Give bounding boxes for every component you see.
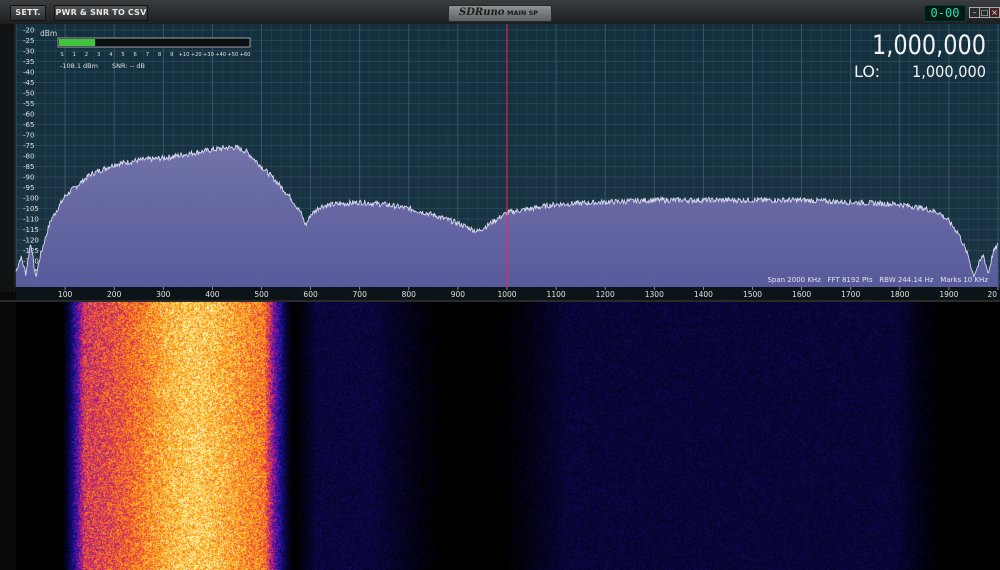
clock-display: 0-00 <box>924 5 966 22</box>
meter-scale-label: 3 <box>97 52 100 58</box>
close-icon[interactable]: × <box>989 7 1000 18</box>
lo-label: LO: <box>854 62 880 81</box>
x-tick-label: 1700 <box>841 290 860 299</box>
settings-button[interactable]: SETT. <box>10 5 46 21</box>
meter-scale-label: S <box>60 52 63 58</box>
meter-scale-label: +10 <box>179 52 190 58</box>
x-tick-label: 800 <box>402 290 417 299</box>
meter-scale-label: +50 <box>227 52 238 58</box>
x-tick-label: 1600 <box>792 290 811 299</box>
y-tick-label: -35 <box>23 58 34 66</box>
waterfall-display[interactable] <box>16 302 1000 570</box>
x-tick-label: 1300 <box>645 290 664 299</box>
x-tick-label: 300 <box>156 290 171 299</box>
spectrum-info-bar: Span 2000 KHz FFT 8192 Pts RBW 244.14 Hz… <box>767 276 988 284</box>
meter-level-bar <box>59 39 96 46</box>
lo-frequency[interactable]: 1,000,000 <box>912 62 986 81</box>
x-tick-label: 1100 <box>547 290 566 299</box>
meter-scale-label: 5 <box>121 52 124 58</box>
main-frequency[interactable]: 1,000,000 <box>872 30 986 61</box>
meter-scale-label: 6 <box>134 52 137 58</box>
y-tick-label: -110 <box>23 216 39 224</box>
y-tick-label: -115 <box>23 226 39 234</box>
x-tick-label: 500 <box>254 290 269 299</box>
x-tick-label: 20 <box>987 290 997 299</box>
x-tick-label: 1800 <box>890 290 909 299</box>
x-tick-label: 1200 <box>596 290 615 299</box>
y-tick-label: -80 <box>23 153 34 161</box>
x-tick-label: 400 <box>205 290 220 299</box>
x-tick-label: 1000 <box>497 290 516 299</box>
export-csv-button[interactable]: PWR & SNR TO CSV <box>54 5 148 21</box>
y-tick-label: -105 <box>23 205 39 213</box>
meter-scale-label: +40 <box>215 52 226 58</box>
spectrum-display[interactable]: -20 -25 -30 -35 -40 -45 -50 -55 -60 -65 -70 -75 -80 -… <box>0 24 1000 300</box>
logo-text: SDRuno <box>459 7 505 18</box>
y-tick-label: -55 <box>23 100 34 108</box>
sdruno-logo: SDRuno MAIN SP <box>448 5 552 22</box>
y-tick-label: -75 <box>23 142 34 150</box>
meter-scale-label: +30 <box>203 52 214 58</box>
y-tick-label: -120 <box>23 237 39 245</box>
meter-scale-label: +60 <box>240 52 251 58</box>
y-tick-label: -45 <box>23 79 34 87</box>
y-tick-label: -60 <box>23 111 34 119</box>
y-tick-label: -40 <box>23 69 34 77</box>
x-tick-label: 1900 <box>939 290 958 299</box>
meter-scale-label: 2 <box>85 52 88 58</box>
y-tick-label: -25 <box>23 37 34 45</box>
y-tick-label: -20 <box>23 27 34 35</box>
top-toolbar: SETT. PWR & SNR TO CSV SDRuno MAIN SP 0-… <box>0 0 1000 25</box>
meter-scale-label: 1 <box>73 52 76 58</box>
x-tick-label: 100 <box>58 290 73 299</box>
x-tick-label: 1500 <box>743 290 762 299</box>
y-tick-label: -70 <box>23 132 34 140</box>
meter-scale-label: 9 <box>170 52 173 58</box>
x-tick-label: 200 <box>107 290 122 299</box>
y-tick-label: -30 <box>23 48 34 56</box>
y-tick-label: -85 <box>23 163 34 171</box>
panel-name: MAIN SP <box>507 9 539 17</box>
meter-unit: dBm <box>40 29 57 38</box>
snr-readout: SNR: -- dB <box>112 62 145 70</box>
y-tick-label: -100 <box>23 195 39 203</box>
y-tick-label: -95 <box>23 184 34 192</box>
meter-scale-label: 8 <box>158 52 161 58</box>
x-tick-label: 1400 <box>694 290 713 299</box>
meter-scale-label: 7 <box>146 52 149 58</box>
x-tick-label: 600 <box>303 290 318 299</box>
power-readout: -108.1 dBm <box>60 62 98 70</box>
x-tick-label: 900 <box>451 290 466 299</box>
y-tick-label: -90 <box>23 174 34 182</box>
meter-scale-label: +20 <box>191 52 202 58</box>
y-tick-label: -65 <box>23 121 34 129</box>
y-tick-label: -50 <box>23 90 34 98</box>
x-tick-label: 700 <box>353 290 368 299</box>
